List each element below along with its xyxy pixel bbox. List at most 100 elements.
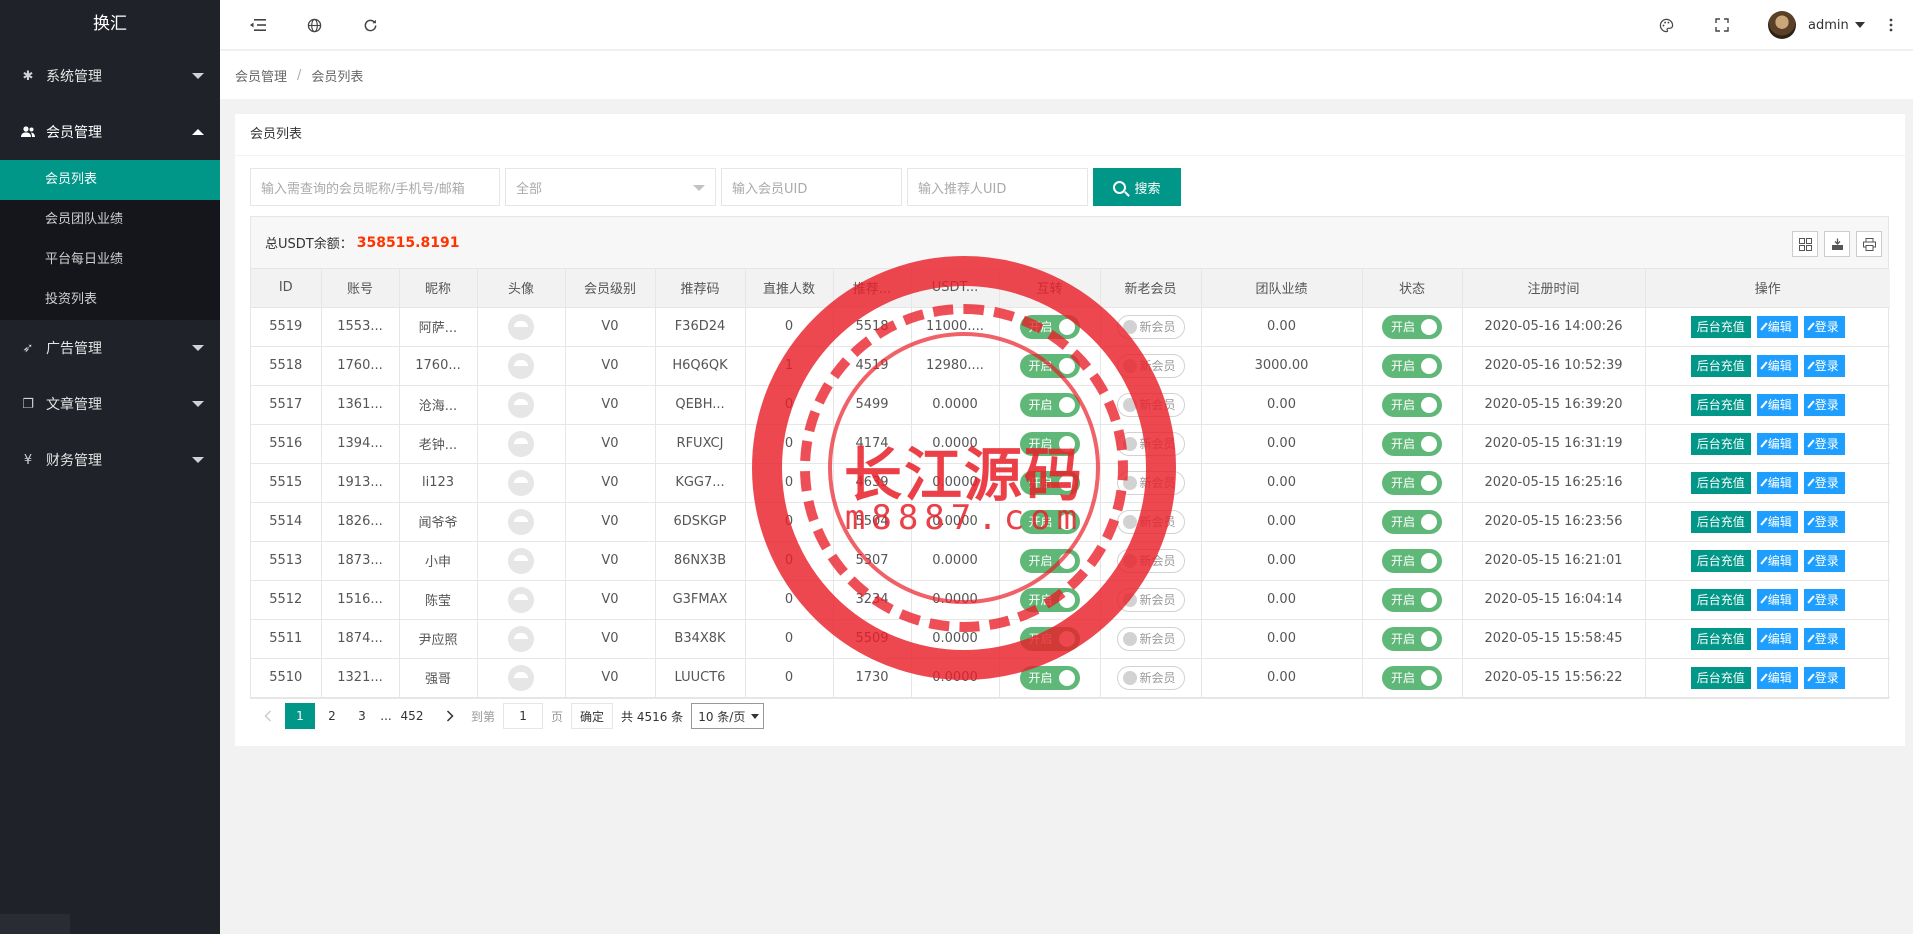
edit-button[interactable]: 编辑 (1756, 666, 1798, 689)
edit-button[interactable]: 编辑 (1756, 549, 1798, 572)
transfer-toggle[interactable]: 开启 (1019, 353, 1080, 378)
columns-icon[interactable] (1792, 231, 1818, 257)
status-toggle[interactable]: 开启 (1382, 431, 1442, 456)
recharge-button[interactable]: 后台充值 (1690, 432, 1751, 455)
recharge-button[interactable]: 后台充值 (1690, 354, 1751, 377)
new-member-toggle[interactable]: 新会员 (1116, 626, 1185, 651)
login-button[interactable]: 登录 (1803, 549, 1845, 572)
status-toggle[interactable]: 开启 (1382, 470, 1442, 495)
login-button[interactable]: 登录 (1803, 510, 1845, 533)
edit-button[interactable]: 编辑 (1756, 354, 1798, 377)
transfer-toggle[interactable]: 开启 (1019, 470, 1080, 495)
cell-member-type: 新会员 (1100, 580, 1202, 620)
sidebar-item-members[interactable]: 会员管理 (0, 104, 220, 160)
sidebar-item-investments[interactable]: 投资列表 (0, 280, 220, 320)
new-member-toggle[interactable]: 新会员 (1116, 431, 1185, 456)
transfer-toggle[interactable]: 开启 (1019, 509, 1080, 534)
edit-button[interactable]: 编辑 (1756, 315, 1798, 338)
user-menu[interactable]: admin (1768, 11, 1865, 39)
transfer-toggle[interactable]: 开启 (1019, 431, 1080, 456)
new-member-toggle[interactable]: 新会员 (1116, 509, 1185, 534)
status-toggle[interactable]: 开启 (1382, 587, 1442, 612)
login-button[interactable]: 登录 (1803, 666, 1845, 689)
sidebar-item-finance[interactable]: ¥ 财务管理 (0, 432, 220, 488)
transfer-toggle[interactable]: 开启 (1019, 548, 1080, 573)
theme-icon[interactable] (1655, 14, 1677, 36)
sidebar-item-articles[interactable]: ❐ 文章管理 (0, 376, 220, 432)
transfer-toggle[interactable]: 开启 (1019, 314, 1080, 339)
keyword-search-input[interactable]: 输入需查询的会员昵称/手机号/邮箱 (250, 168, 500, 206)
sidebar-item-daily-performance[interactable]: 平台每日业绩 (0, 240, 220, 280)
recharge-button[interactable]: 后台充值 (1690, 471, 1751, 494)
breadcrumb-parent[interactable]: 会员管理 (235, 66, 287, 85)
recharge-button[interactable]: 后台充值 (1690, 588, 1751, 611)
login-button[interactable]: 登录 (1803, 393, 1845, 416)
recharge-button[interactable]: 后台充值 (1690, 666, 1751, 689)
edit-button[interactable]: 编辑 (1756, 393, 1798, 416)
export-icon[interactable] (1824, 231, 1850, 257)
sidebar-item-ads[interactable]: ➶ 广告管理 (0, 320, 220, 376)
sidebar-item-label: 系统管理 (46, 69, 102, 85)
recharge-button[interactable]: 后台充值 (1690, 393, 1751, 416)
sidebar-item-system[interactable]: ✱ 系统管理 (0, 48, 220, 104)
new-member-toggle[interactable]: 新会员 (1116, 548, 1185, 573)
gear-icon: ✱ (22, 68, 34, 84)
login-button[interactable]: 登录 (1803, 588, 1845, 611)
page-3[interactable]: 3 (349, 703, 375, 729)
referrer-uid-input[interactable]: 输入推荐人UID (907, 168, 1088, 206)
cell-register-time: 2020-05-16 10:52:39 (1462, 346, 1646, 386)
transfer-toggle[interactable]: 开启 (1019, 626, 1080, 651)
status-toggle[interactable]: 开启 (1382, 353, 1442, 378)
more-icon[interactable] (1880, 14, 1902, 36)
new-member-toggle[interactable]: 新会员 (1116, 392, 1185, 417)
recharge-button[interactable]: 后台充值 (1690, 510, 1751, 533)
edit-button[interactable]: 编辑 (1756, 627, 1798, 650)
uid-input[interactable]: 输入会员UID (721, 168, 902, 206)
login-button[interactable]: 登录 (1803, 627, 1845, 650)
page-last[interactable]: 452 (399, 703, 425, 729)
goto-confirm-button[interactable]: 确定 (571, 703, 614, 729)
recharge-button[interactable]: 后台充值 (1690, 549, 1751, 572)
level-select[interactable]: 全部 (505, 168, 716, 206)
menu-fold-icon[interactable] (247, 14, 269, 36)
page-size-select[interactable]: 10 条/页 (691, 703, 765, 729)
search-button[interactable]: 搜索 (1093, 168, 1181, 206)
new-member-toggle[interactable]: 新会员 (1116, 353, 1185, 378)
transfer-toggle[interactable]: 开启 (1019, 392, 1080, 417)
recharge-button[interactable]: 后台充值 (1690, 627, 1751, 650)
prev-page-icon[interactable] (255, 703, 281, 729)
login-button[interactable]: 登录 (1803, 471, 1845, 494)
page-2[interactable]: 2 (319, 703, 345, 729)
login-button[interactable]: 登录 (1803, 432, 1845, 455)
new-member-toggle[interactable]: 新会员 (1116, 314, 1185, 339)
new-member-toggle[interactable]: 新会员 (1116, 665, 1185, 690)
status-toggle[interactable]: 开启 (1382, 314, 1442, 339)
chevron-down-icon (192, 457, 204, 463)
transfer-toggle[interactable]: 开启 (1019, 665, 1080, 690)
edit-button[interactable]: 编辑 (1756, 510, 1798, 533)
new-member-toggle[interactable]: 新会员 (1116, 470, 1185, 495)
login-button[interactable]: 登录 (1803, 315, 1845, 338)
status-toggle[interactable]: 开启 (1382, 626, 1442, 651)
next-page-icon[interactable] (437, 703, 463, 729)
login-button[interactable]: 登录 (1803, 354, 1845, 377)
cell-direct-count: 0 (745, 463, 834, 503)
recharge-button[interactable]: 后台充值 (1690, 315, 1751, 338)
print-icon[interactable] (1856, 231, 1882, 257)
status-toggle[interactable]: 开启 (1382, 665, 1442, 690)
status-toggle[interactable]: 开启 (1382, 509, 1442, 534)
goto-page-input[interactable]: 1 (503, 703, 544, 729)
page-1[interactable]: 1 (285, 703, 315, 729)
edit-button[interactable]: 编辑 (1756, 432, 1798, 455)
edit-button[interactable]: 编辑 (1756, 471, 1798, 494)
sidebar-item-team-performance[interactable]: 会员团队业绩 (0, 200, 220, 240)
edit-button[interactable]: 编辑 (1756, 588, 1798, 611)
status-toggle[interactable]: 开启 (1382, 548, 1442, 573)
fullscreen-icon[interactable] (1711, 14, 1733, 36)
status-toggle[interactable]: 开启 (1382, 392, 1442, 417)
sidebar-item-member-list[interactable]: 会员列表 (0, 160, 220, 200)
transfer-toggle[interactable]: 开启 (1019, 587, 1080, 612)
refresh-icon[interactable] (359, 14, 381, 36)
new-member-toggle[interactable]: 新会员 (1116, 587, 1185, 612)
globe-icon[interactable] (303, 14, 325, 36)
